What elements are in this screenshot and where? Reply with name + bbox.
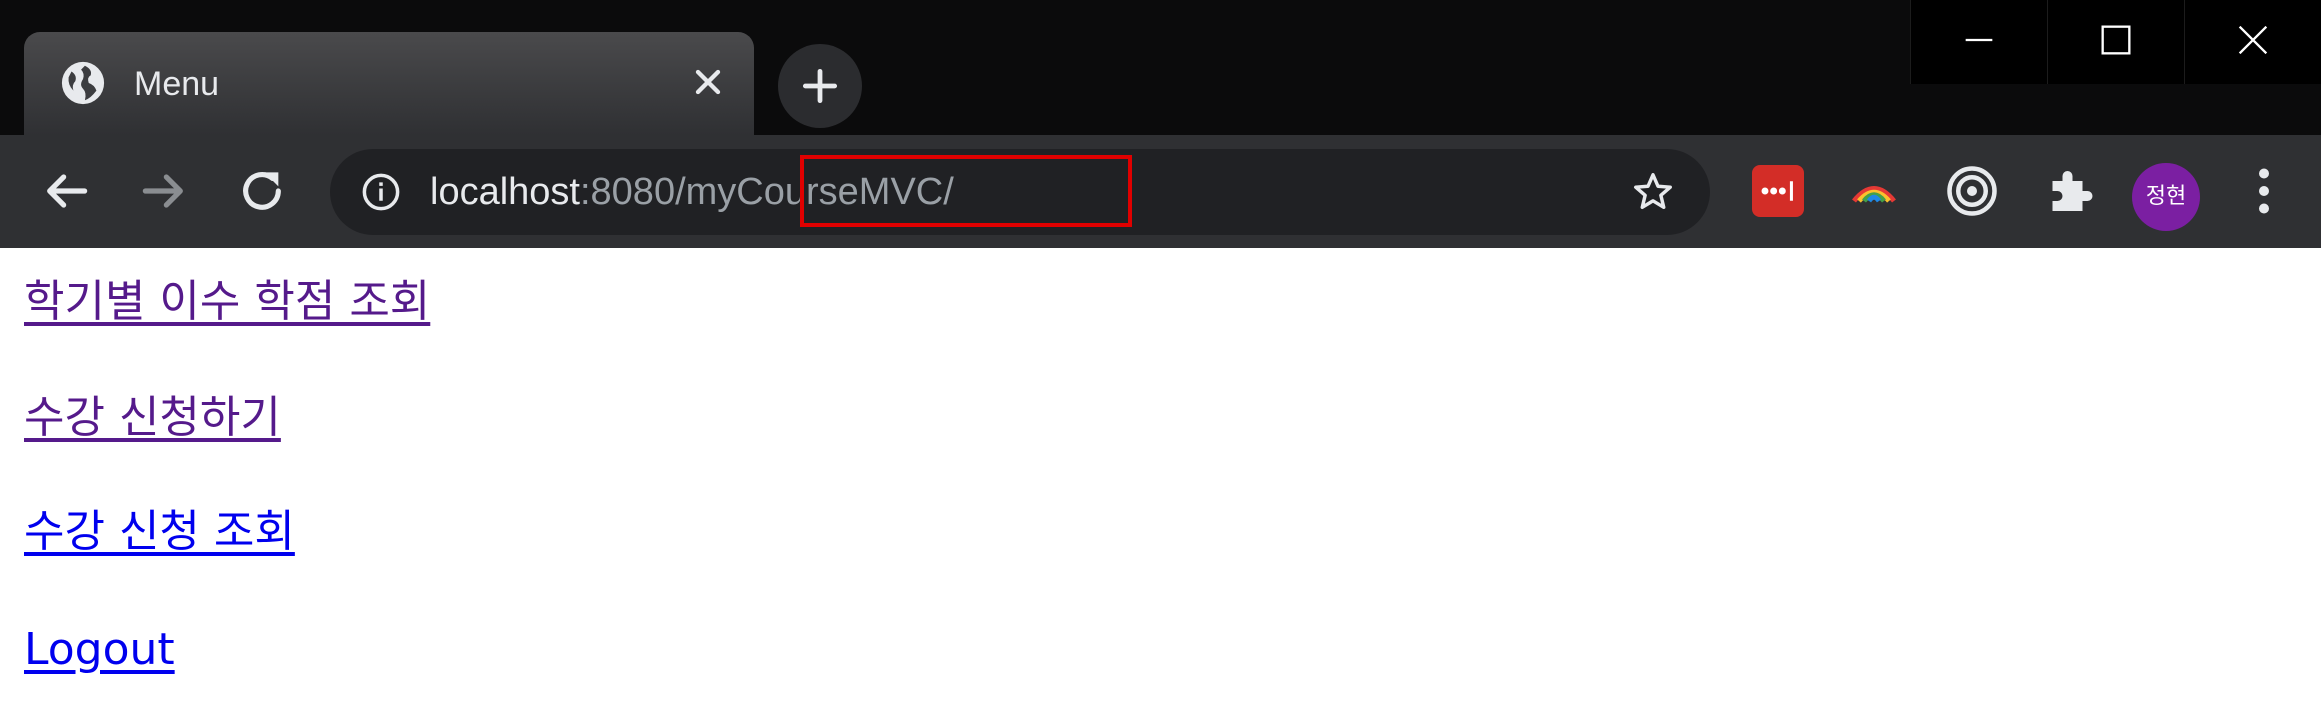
profile-avatar[interactable]: 정현 <box>2132 163 2200 231</box>
page-content: 학기별 이수 학점 조회 수강 신청하기 수강 신청 조회 Logout <box>0 248 2321 713</box>
plus-icon <box>802 68 838 104</box>
more-menu-icon[interactable] <box>2234 161 2294 221</box>
close-window-button[interactable] <box>2184 0 2321 84</box>
url-path: /myCourseMVC/ <box>675 171 954 213</box>
toolbar: localhost:8080/myCourseMVC/ 정현 <box>0 135 2321 248</box>
bookmark-star-icon[interactable] <box>1630 169 1676 215</box>
address-bar[interactable]: localhost:8080/myCourseMVC/ <box>330 149 1710 235</box>
info-icon[interactable] <box>360 171 402 213</box>
reload-icon[interactable] <box>234 163 290 219</box>
link-course-registration[interactable]: 수강 신청하기 <box>24 388 281 448</box>
rainbow-extension-icon[interactable] <box>1844 161 1904 221</box>
forward-icon[interactable] <box>136 163 192 219</box>
target-extension-icon[interactable] <box>1942 161 2002 221</box>
lastpass-icon[interactable] <box>1752 165 1804 217</box>
maximize-icon <box>2101 25 2131 55</box>
link-registration-inquiry[interactable]: 수강 신청 조회 <box>24 502 295 562</box>
new-tab-button[interactable] <box>778 44 862 128</box>
minimize-icon <box>1965 38 1993 42</box>
window-controls <box>1910 0 2321 84</box>
url-text[interactable]: localhost:8080/myCourseMVC/ <box>430 155 1132 227</box>
maximize-button[interactable] <box>2047 0 2184 84</box>
tab-close-icon[interactable] <box>688 62 728 102</box>
url-port: :8080 <box>579 171 676 213</box>
close-icon <box>2238 25 2268 55</box>
tab-title: Menu <box>134 65 220 103</box>
browser-chrome: Menu localhost:8080/myCourseMVC/ 정현 <box>0 0 2321 248</box>
minimize-button[interactable] <box>1910 0 2047 84</box>
back-icon[interactable] <box>38 163 94 219</box>
globe-icon <box>61 61 105 105</box>
tab-menu[interactable]: Menu <box>24 32 754 135</box>
extensions-puzzle-icon[interactable] <box>2040 161 2100 221</box>
link-logout[interactable]: Logout <box>24 620 175 680</box>
url-host: localhost <box>430 171 580 213</box>
link-semester-credits[interactable]: 학기별 이수 학점 조회 <box>24 272 430 332</box>
tab-strip: Menu <box>0 0 2321 135</box>
